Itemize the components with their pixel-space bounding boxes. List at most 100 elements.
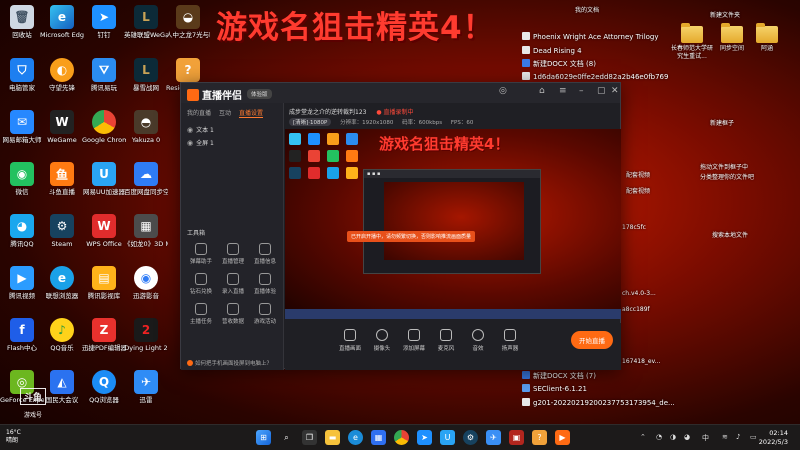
xunlei-icon[interactable]: ✈: [486, 430, 501, 445]
search-local-files[interactable]: 搜索本地文件: [712, 230, 748, 239]
minimize-icon[interactable]: –: [579, 86, 584, 96]
layer-item[interactable]: ◉ 文本 1: [181, 123, 283, 136]
clock[interactable]: 02:14 2022/5/3: [759, 429, 788, 447]
tool-diamond[interactable]: 钻石兑换: [185, 273, 217, 295]
chrome-icon[interactable]: [394, 430, 409, 445]
tab-my-live[interactable]: 我的直播: [187, 108, 211, 118]
desktop-icon-edge[interactable]: e Microsoft Edge: [40, 5, 84, 39]
tray-app-icon[interactable]: ◕: [684, 433, 690, 441]
search-icon[interactable]: ⌕: [279, 430, 294, 445]
desktop-icon-wegame[interactable]: W WeGame: [40, 110, 84, 144]
desktop-icon-mail[interactable]: ✉ 网易邮箱大师: [0, 110, 44, 144]
desktop-icon-steam[interactable]: ⚙ Steam: [40, 214, 84, 248]
folder-university[interactable]: 长春师范大学研究生重试...: [670, 23, 714, 61]
control-camera[interactable]: 摄像头: [367, 329, 397, 352]
live-companion-icon[interactable]: ▶: [555, 430, 570, 445]
desktop-icon-baidu-netdisk[interactable]: ☁ 百度网盘同步空间: [124, 162, 168, 196]
chevron-up-icon[interactable]: ⌃: [640, 433, 646, 441]
tool-game-events[interactable]: 游戏活动: [249, 303, 281, 325]
start-windows-icon[interactable]: ⊞: [256, 430, 271, 445]
desktop-icon-flash[interactable]: f Flash中心: [0, 318, 44, 352]
eye-icon[interactable]: ◉: [187, 126, 193, 134]
volume-icon[interactable]: ♪: [736, 433, 740, 441]
desktop-icon-qq-music[interactable]: ♪ QQ音乐: [40, 318, 84, 352]
dingtalk-icon[interactable]: ➤: [417, 430, 432, 445]
list-item[interactable]: Dead Rising 4: [522, 46, 582, 55]
store-icon[interactable]: ▦: [371, 430, 386, 445]
quality-select[interactable]: [清晰]·1080P: [289, 118, 332, 126]
resident-evil-icon[interactable]: ?: [532, 430, 547, 445]
control-microphone[interactable]: 麦克风: [431, 329, 461, 352]
eye-icon[interactable]: ◉: [187, 139, 193, 147]
edge-icon[interactable]: e: [348, 430, 363, 445]
desktop-icon-yakuza7[interactable]: ◒ 人中之龙7光与暗的去向: [166, 5, 210, 39]
tool-danmaku[interactable]: 弹幕助手: [185, 243, 217, 265]
desktop-icon-pdf-editor[interactable]: Z 迅捷PDF编辑器: [82, 318, 126, 352]
start-live-button[interactable]: 开始直播: [571, 331, 613, 349]
desktop-icon-qq[interactable]: ◕ 腾讯QQ: [0, 214, 44, 248]
control-speaker[interactable]: 扬声器: [495, 329, 525, 352]
desktop-icon-yakuza0[interactable]: ◓ Yakuza 0: [124, 110, 168, 144]
tool-live-manage[interactable]: 直播管理: [217, 243, 249, 265]
desktop-icon-recycle-bin[interactable]: 🗑 回收站: [0, 5, 44, 39]
desktop-icon-overwatch[interactable]: ◐ 守望先锋: [40, 58, 84, 92]
desktop-icon-chrome[interactable]: Google Chrome: [82, 110, 126, 144]
control-add-screen[interactable]: 添加屏幕: [399, 329, 429, 352]
tool-experience[interactable]: 直播体验: [249, 273, 281, 295]
avatar-icon[interactable]: ◎: [499, 86, 507, 96]
app-titlebar[interactable]: 直播伴侣 体验版 ◎ ⌂ ≡ – ▢ ✕: [181, 83, 620, 103]
steam-icon[interactable]: ⚙: [463, 430, 478, 445]
desktop-icon-tencent-video[interactable]: ▶ 腾讯视频: [0, 266, 44, 300]
battery-icon[interactable]: ▭: [750, 433, 757, 441]
tool-live-info[interactable]: 直播信息: [249, 243, 281, 265]
desktop-icon-uu[interactable]: U 网易UU加速器: [82, 162, 126, 196]
tab-live-settings[interactable]: 直播设置: [239, 108, 264, 118]
tab-interaction[interactable]: 互动: [219, 108, 231, 118]
desktop-icon-dying-light-2[interactable]: 2 Dying Light 2: [124, 318, 168, 352]
tool-record[interactable]: 录入直播: [217, 273, 249, 295]
desktop-icon-wechat[interactable]: ◉ 微信: [0, 162, 44, 196]
maximize-icon[interactable]: ▢: [597, 86, 606, 96]
list-item[interactable]: 1d6da6029e0ffe2edd82a2b46e0fb769: [522, 72, 668, 81]
menu-icon[interactable]: ≡: [559, 86, 567, 96]
desktop-icon-pc-manager[interactable]: ⛉ 电脑管家: [0, 58, 44, 92]
task-view-icon[interactable]: ❐: [302, 430, 317, 445]
list-item[interactable]: g201-20220219200237753173954_de...: [522, 398, 675, 407]
desktop-icon-yakuza0-cn[interactable]: ▦ 《如龙0》3D M简体中文版: [124, 214, 168, 248]
desktop-icon-meeting[interactable]: ◭ 国民大会议: [40, 370, 84, 404]
folder-ahan[interactable]: 阿涵: [745, 23, 789, 53]
help-notice[interactable]: 如何把手机画面投屏到电脑上？: [187, 359, 272, 367]
desktop-icon-lol-wegame[interactable]: L 英雄联盟WeGame版: [124, 5, 168, 39]
live-companion-window[interactable]: 直播伴侣 体验版 ◎ ⌂ ≡ – ▢ ✕ 我的直播 互动 直播设置 ◉ 文本 1 …: [180, 82, 621, 370]
wifi-icon[interactable]: ≋: [722, 433, 728, 441]
list-item[interactable]: Phoenix Wright Ace Attorney Trilogy: [522, 32, 659, 41]
layer-item[interactable]: ◉ 全屏 1: [181, 136, 283, 149]
weather-widget[interactable]: 16°C 晴朗: [6, 429, 21, 445]
tool-revenue[interactable]: 营收数据: [217, 303, 249, 325]
desktop-icon-video-library[interactable]: ▤ 腾讯影视库: [82, 266, 126, 300]
control-sound-effects[interactable]: 音效: [463, 329, 493, 352]
desktop-icon-wps[interactable]: W WPS Office: [82, 214, 126, 248]
control-screen[interactable]: 直播画面: [335, 329, 365, 352]
list-item[interactable]: SEClient-6.1.21: [522, 384, 587, 393]
desktop-icon-tencent-game[interactable]: ⛛ 腾讯易玩: [82, 58, 126, 92]
app-icon[interactable]: ▣: [509, 430, 524, 445]
list-item[interactable]: 新建DOCX 文档 (8): [522, 59, 596, 69]
tool-tasks[interactable]: 主播任务: [185, 303, 217, 325]
desktop-icon-media-player[interactable]: ◉ 迅游影音: [124, 266, 168, 300]
tray-app-icon[interactable]: ◔: [656, 433, 662, 441]
file-explorer-icon[interactable]: ▬: [325, 430, 340, 445]
desktop-icon-douyu[interactable]: 鱼 斗鱼直播: [40, 162, 84, 196]
uu-icon[interactable]: U: [440, 430, 455, 445]
desktop-icon-dingtalk[interactable]: ➤ 钉钉: [82, 5, 126, 39]
desktop-icon-lenovo-browser[interactable]: e 联想浏览器: [40, 266, 84, 300]
input-language[interactable]: 中: [702, 433, 709, 443]
close-icon[interactable]: ✕: [611, 86, 619, 96]
tray-app-icon[interactable]: ◑: [670, 433, 676, 441]
live-preview[interactable]: ▪ ▪ ▪ 已开启开播中，请勿频繁切换，否则影响推流画面质量: [285, 129, 621, 319]
desktop-icon-xunlei[interactable]: ✈ 迅雷: [124, 370, 168, 404]
list-item[interactable]: 新建DOCX 文档 (7): [522, 371, 596, 381]
gift-icon[interactable]: ⌂: [539, 86, 545, 96]
desktop-icon-battlenet[interactable]: L 暴雪战网: [124, 58, 168, 92]
desktop-icon-qq-browser[interactable]: Q QQ浏览器: [82, 370, 126, 404]
